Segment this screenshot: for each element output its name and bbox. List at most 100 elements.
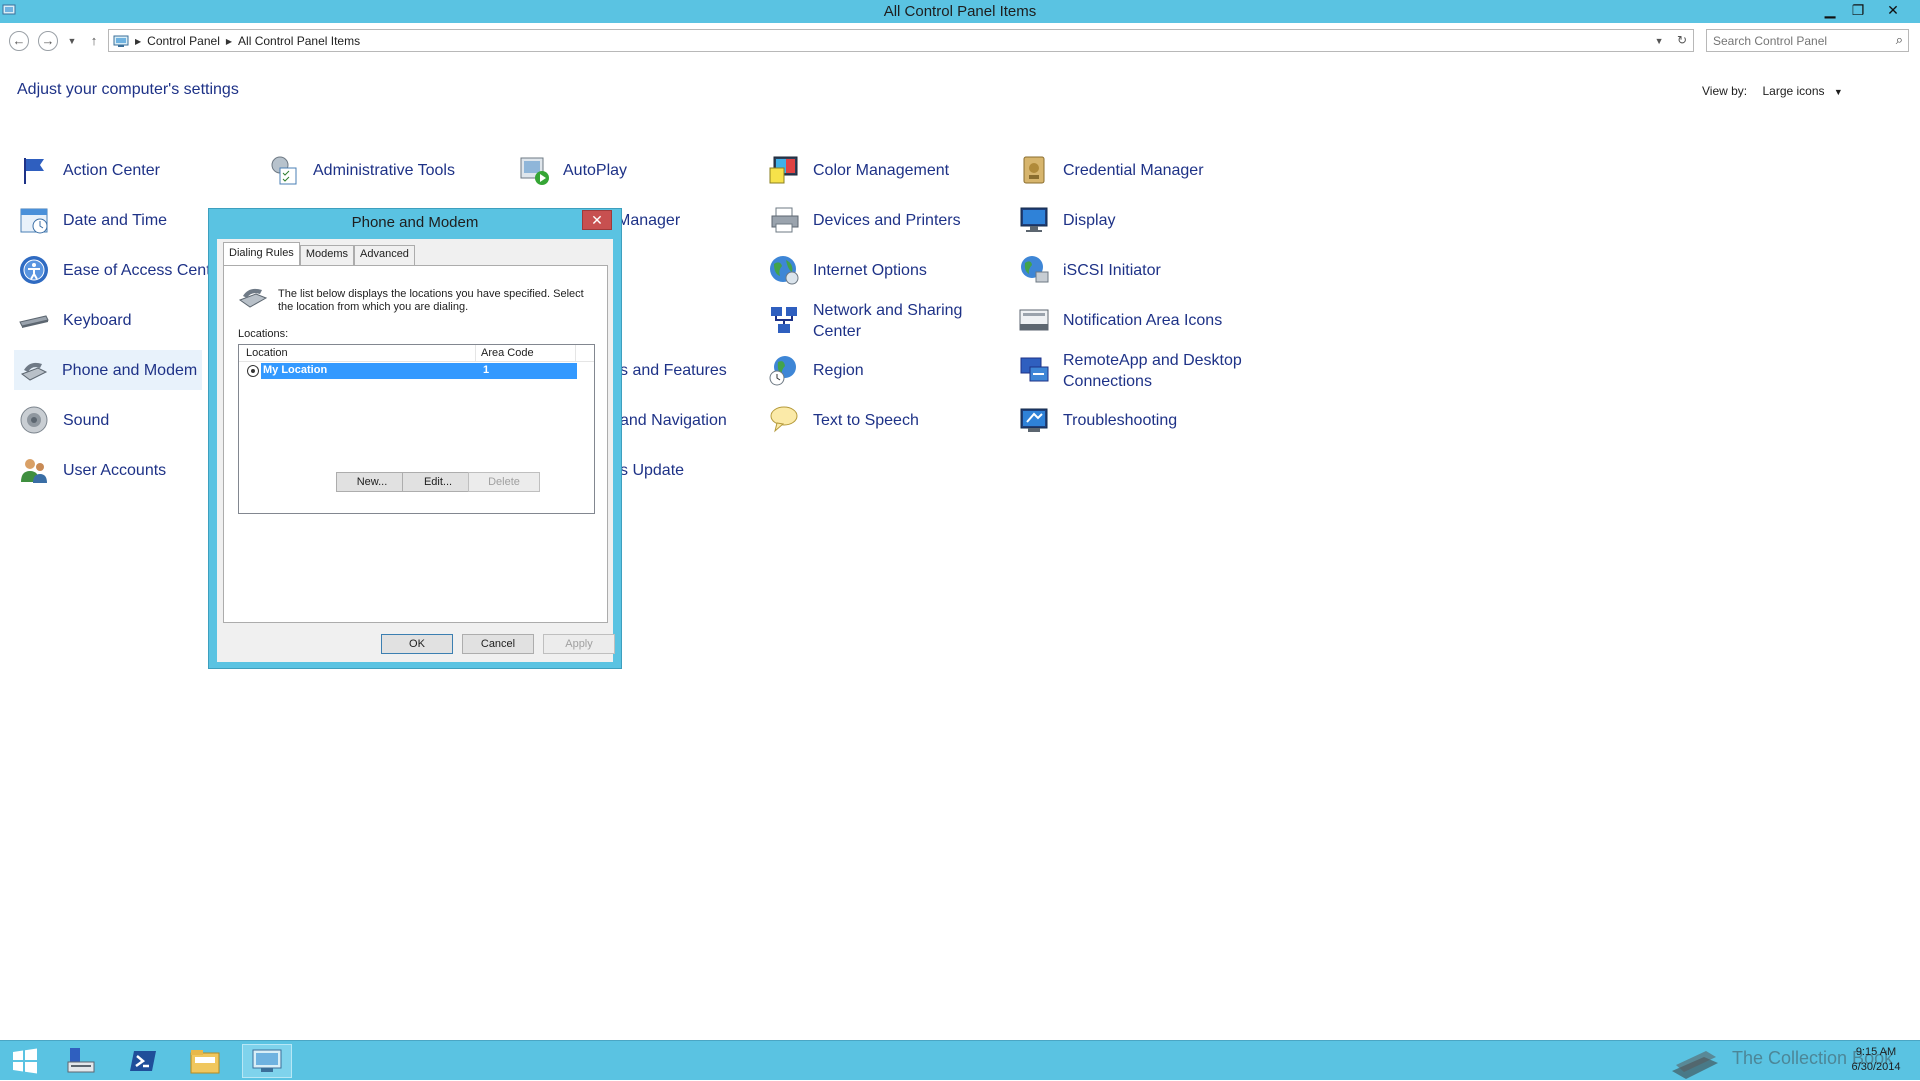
minimize-button[interactable]: ▁: [1817, 0, 1843, 20]
server-manager-taskbar-button[interactable]: [56, 1044, 106, 1078]
cp-item-action-center[interactable]: Action Center: [18, 150, 258, 190]
new-location-button[interactable]: New...: [336, 472, 408, 492]
breadcrumb: ▶ Control Panel ▶ All Control Panel Item…: [113, 34, 360, 48]
tab-advanced[interactable]: Advanced: [354, 245, 415, 265]
cp-item-notification-area[interactable]: Notification Area Icons: [1018, 300, 1258, 340]
restore-button[interactable]: ❐: [1845, 0, 1871, 20]
address-bar[interactable]: ▶ Control Panel ▶ All Control Panel Item…: [108, 29, 1694, 52]
column-header-area-code[interactable]: Area Code: [481, 347, 534, 359]
folder-icon: [190, 1050, 220, 1074]
cp-item-credential-manager[interactable]: Credential Manager: [1018, 150, 1258, 190]
book-logo-icon: [1672, 1051, 1718, 1079]
color-management-icon: [769, 156, 798, 184]
dialog-title: Phone and Modem: [351, 214, 479, 231]
locations-label: Locations:: [238, 328, 289, 340]
dialing-rules-description: The list below displays the locations yo…: [278, 288, 584, 313]
apply-button[interactable]: Apply: [543, 634, 615, 654]
recent-pages-chevron-icon[interactable]: ▼: [64, 31, 80, 51]
dialog-close-button[interactable]: ✕: [582, 210, 612, 230]
server-manager-icon: [67, 1048, 95, 1073]
window-titlebar: All Control Panel Items ▁ ❐ ✕: [0, 0, 1920, 23]
control-panel-icon: [252, 1049, 282, 1072]
location-row-selected[interactable]: My Location 1: [261, 363, 577, 379]
location-row[interactable]: My Location 1: [245, 363, 577, 379]
close-button[interactable]: ✕: [1880, 0, 1906, 20]
phone-modem-icon: [20, 362, 48, 381]
clock-date: 6/30/2014: [1851, 1061, 1901, 1073]
breadcrumb-all-items[interactable]: All Control Panel Items: [238, 34, 360, 48]
search-icon[interactable]: ⌕: [1896, 32, 1903, 48]
up-arrow-icon[interactable]: ↑: [86, 31, 102, 51]
search-box[interactable]: ⌕: [1706, 29, 1909, 52]
cp-item-phone-modem[interactable]: Phone and Modem: [14, 350, 202, 390]
dialog-body: Dialing Rules Modems Advanced The list b…: [217, 239, 615, 662]
start-button[interactable]: [0, 1044, 50, 1078]
file-explorer-taskbar-button[interactable]: [180, 1044, 230, 1078]
view-by-label: View by:: [1702, 84, 1748, 98]
system-clock[interactable]: 9:15 AM 6/30/2014: [1846, 1045, 1906, 1075]
back-arrow-icon[interactable]: ←: [9, 31, 29, 51]
ease-of-access-icon: [20, 256, 48, 284]
display-icon: [1020, 207, 1048, 232]
globe-icon: [770, 256, 799, 285]
notification-icon: [1019, 309, 1049, 331]
chevron-down-icon[interactable]: ▼: [1834, 87, 1843, 97]
location-name: My Location: [263, 364, 328, 376]
cp-item-internet-options[interactable]: Internet Options: [768, 250, 1008, 290]
powershell-taskbar-button[interactable]: [118, 1044, 168, 1078]
iscsi-icon: [1021, 256, 1049, 283]
cp-item-administrative-tools[interactable]: Administrative Tools: [268, 150, 508, 190]
control-panel-icon: [113, 35, 129, 47]
search-input[interactable]: [1713, 33, 1883, 49]
delete-location-button[interactable]: Delete: [468, 472, 540, 492]
cp-item-text-to-speech[interactable]: Text to Speech: [768, 400, 1008, 440]
address-controls: ▼ ↻: [1655, 33, 1687, 47]
refresh-icon[interactable]: ↻: [1677, 33, 1687, 47]
region-icon: [769, 356, 796, 386]
credential-icon: [1023, 156, 1045, 184]
view-by-dropdown[interactable]: Large icons: [1762, 84, 1824, 98]
column-header-location[interactable]: Location: [246, 347, 288, 359]
locations-list-header: Location Area Code: [239, 345, 594, 362]
view-by-control: View by: Large icons ▼: [1702, 84, 1843, 98]
forward-arrow-icon[interactable]: →: [38, 31, 58, 51]
breadcrumb-control-panel[interactable]: Control Panel: [147, 34, 220, 48]
cancel-button[interactable]: Cancel: [462, 634, 534, 654]
printer-icon: [771, 207, 799, 233]
location-radio[interactable]: [247, 365, 259, 377]
powershell-icon: [130, 1051, 156, 1071]
taskbar: The Collection Book 9:15 AM 6/30/2014: [0, 1040, 1920, 1080]
admin-tools-icon: [271, 156, 297, 185]
cp-item-devices-printers[interactable]: Devices and Printers: [768, 200, 1008, 240]
cp-item-autoplay[interactable]: AutoPlay: [518, 150, 758, 190]
edit-location-button[interactable]: Edit...: [402, 472, 474, 492]
cp-item-region[interactable]: Region: [768, 350, 1008, 390]
window-title: All Control Panel Items: [883, 3, 1037, 20]
cp-item-color-management[interactable]: Color Management: [768, 150, 1008, 190]
cp-item-display[interactable]: Display: [1018, 200, 1258, 240]
control-panel-taskbar-button[interactable]: [242, 1044, 292, 1078]
users-icon: [21, 459, 47, 483]
tab-modems[interactable]: Modems: [299, 245, 354, 265]
keyboard-icon: [19, 315, 49, 328]
cp-item-network-sharing[interactable]: Network and Sharing Center: [768, 300, 1008, 340]
cp-item-iscsi-initiator[interactable]: iSCSI Initiator: [1018, 250, 1258, 290]
cp-item-troubleshooting[interactable]: Troubleshooting: [1018, 400, 1258, 440]
phone-modem-dialog: Phone and Modem ✕ Dialing Rules Modems A…: [208, 208, 622, 669]
telephone-icon: [238, 288, 268, 308]
dialing-rules-panel: The list below displays the locations yo…: [223, 265, 608, 623]
breadcrumb-separator-icon: ▶: [135, 36, 142, 46]
windows-logo-icon: [13, 1048, 37, 1074]
navigation-bar: ← → ▼ ↑ ▶ Control Panel ▶ All Control Pa…: [0, 26, 1920, 56]
network-icon: [771, 307, 797, 333]
dialog-tabs: Dialing Rules Modems Advanced: [223, 242, 415, 265]
ok-button[interactable]: OK: [381, 634, 453, 654]
flag-icon: [24, 158, 44, 184]
speech-icon: [770, 406, 798, 433]
address-dropdown-icon[interactable]: ▼: [1655, 36, 1664, 46]
speaker-icon: [20, 406, 48, 434]
cp-item-remoteapp[interactable]: RemoteApp and Desktop Connections: [1018, 350, 1258, 390]
clock-time: 9:15 AM: [1855, 1046, 1897, 1058]
tab-dialing-rules[interactable]: Dialing Rules: [223, 242, 300, 265]
troubleshooting-icon: [1020, 408, 1048, 432]
